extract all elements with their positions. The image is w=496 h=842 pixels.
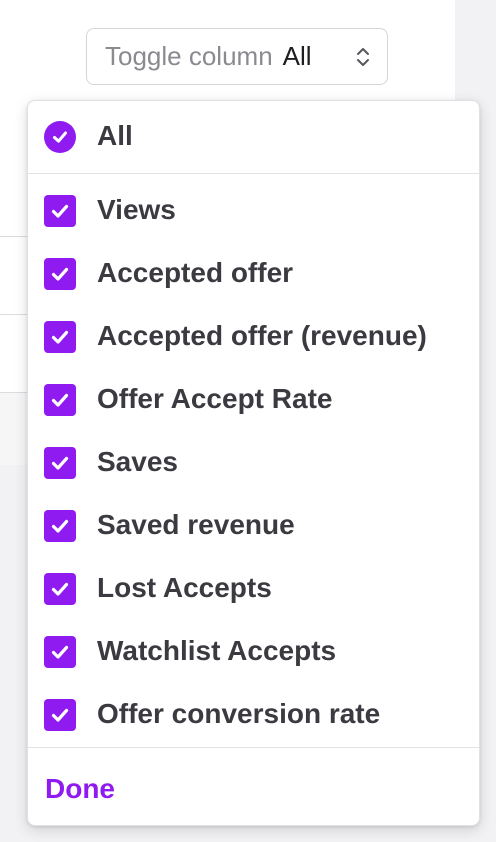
checkbox-checked-icon[interactable]	[44, 258, 76, 290]
option-row[interactable]: Watchlist Accepts	[28, 615, 479, 678]
option-all[interactable]: All	[28, 101, 479, 173]
option-row[interactable]: Offer conversion rate	[28, 678, 479, 741]
option-row[interactable]: Offer Accept Rate	[28, 363, 479, 426]
option-label: Accepted offer	[97, 257, 294, 288]
option-row[interactable]: Views	[28, 174, 479, 237]
option-row[interactable]: Saved revenue	[28, 489, 479, 552]
option-label: Watchlist Accepts	[97, 635, 337, 666]
option-row[interactable]: Lost Accepts	[28, 552, 479, 615]
column-toggle-dropdown: All Views Accepted offer Accepted offer (r…	[27, 100, 480, 826]
option-label: Views	[97, 194, 176, 225]
option-row[interactable]: Saves	[28, 426, 479, 489]
checkbox-checked-icon[interactable]	[44, 636, 76, 668]
chevron-up-down-icon	[353, 44, 373, 70]
checkbox-checked-icon[interactable]	[44, 699, 76, 731]
toggle-column-value: All	[282, 41, 312, 71]
checkbox-checked-icon[interactable]	[44, 510, 76, 542]
option-row[interactable]: Accepted offer (revenue)	[28, 300, 479, 363]
option-row[interactable]: Accepted offer	[28, 237, 479, 300]
option-label: Offer conversion rate	[97, 698, 381, 729]
done-button[interactable]: Done	[45, 773, 115, 805]
option-label: Accepted offer (revenue)	[97, 320, 427, 351]
checkbox-checked-icon[interactable]	[44, 573, 76, 605]
check-circle-icon[interactable]	[44, 121, 76, 153]
option-label: Offer Accept Rate	[97, 383, 333, 414]
divider	[28, 747, 479, 748]
page: Toggle column All All Views Accepted offe…	[0, 0, 496, 842]
checkbox-checked-icon[interactable]	[44, 384, 76, 416]
options-list: Views Accepted offer Accepted offer (reven…	[28, 174, 479, 741]
toggle-column-select[interactable]: Toggle column All	[86, 28, 388, 85]
option-label: Saves	[97, 446, 178, 477]
option-label: Saved revenue	[97, 509, 295, 540]
checkbox-checked-icon[interactable]	[44, 447, 76, 479]
option-all-label: All	[97, 120, 133, 151]
toggle-column-label: Toggle column	[105, 41, 273, 71]
checkbox-checked-icon[interactable]	[44, 195, 76, 227]
option-label: Lost Accepts	[97, 572, 272, 603]
checkbox-checked-icon[interactable]	[44, 321, 76, 353]
